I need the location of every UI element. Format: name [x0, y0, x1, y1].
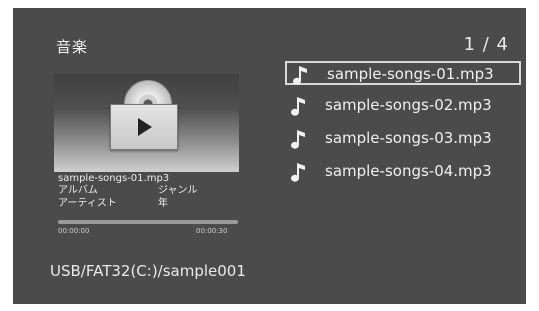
artist-label: アーティスト: [58, 198, 117, 209]
music-note-icon: [293, 66, 307, 85]
genre-label: ジャンル: [158, 185, 198, 196]
meta-row-artist: アーティスト 年: [58, 198, 168, 210]
music-note-icon: [291, 163, 305, 182]
page-indicator: 1 / 4: [463, 34, 509, 55]
playlist-item-label: sample-songs-03.mp3: [325, 129, 492, 147]
preview-file-name: sample-songs-01.mp3: [58, 173, 170, 184]
play-case-icon[interactable]: [110, 104, 178, 150]
folder-path: USB/FAT32(C:)/sample001: [50, 262, 246, 280]
playlist-item-label: sample-songs-02.mp3: [325, 96, 492, 114]
time-total: 00:00:30: [196, 227, 228, 235]
playlist-item[interactable]: sample-songs-03.mp3: [285, 127, 521, 151]
media-player-screen: 音楽 1 / 4 sample-songs-01.mp3 アルバム ジャンル ア…: [13, 8, 526, 304]
music-note-icon: [291, 130, 305, 149]
time-elapsed: 00:00:00: [58, 227, 90, 235]
progress-bar[interactable]: [58, 220, 238, 224]
playlist-item-label: sample-songs-01.mp3: [327, 65, 494, 83]
meta-row-album: アルバム ジャンル: [58, 185, 198, 197]
playlist-item[interactable]: sample-songs-02.mp3: [285, 94, 521, 118]
album-art-preview: [54, 74, 239, 172]
music-note-icon: [291, 97, 305, 116]
playlist-item-label: sample-songs-04.mp3: [325, 162, 492, 180]
playlist-item[interactable]: sample-songs-04.mp3: [285, 160, 521, 184]
album-label: アルバム: [58, 185, 98, 196]
play-icon: [138, 118, 152, 136]
playlist-item[interactable]: sample-songs-01.mp3: [285, 61, 521, 85]
page-title: 音楽: [56, 38, 89, 56]
year-label: 年: [158, 198, 168, 209]
